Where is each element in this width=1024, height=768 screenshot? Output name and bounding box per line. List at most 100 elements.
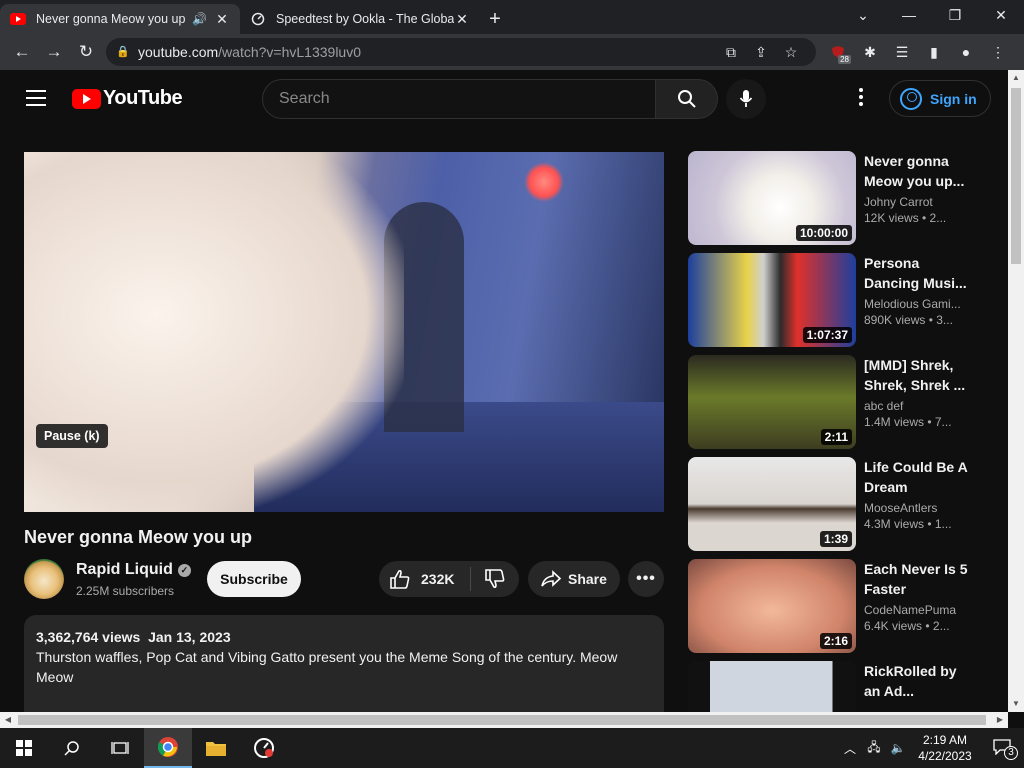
chrome-taskbar-icon[interactable] bbox=[144, 728, 192, 768]
address-bar[interactable]: 🔒 youtube.com/watch?v=hvL1339luv0 ⧉ ⇪ ☆ bbox=[106, 38, 816, 66]
youtube-header: YouTube Search Sign in bbox=[0, 70, 1008, 126]
video-thumbnail[interactable]: 2:11 bbox=[688, 355, 856, 449]
thumbs-down-icon bbox=[485, 569, 505, 589]
recommendation-item[interactable]: 10:00:00 Never gonna Meow you up... Johny… bbox=[688, 151, 988, 253]
vertical-scroll-thumb[interactable] bbox=[1011, 88, 1021, 264]
speedtest-app-icon[interactable] bbox=[240, 728, 288, 768]
extension-ublock-icon[interactable]: 28 bbox=[822, 38, 854, 66]
extensions-puzzle-icon[interactable]: ✱ bbox=[854, 38, 886, 66]
recommendation-item[interactable]: 1:07:37 Persona Dancing Musi... Melodious… bbox=[688, 253, 988, 355]
taskbar-search-icon[interactable] bbox=[48, 728, 96, 768]
tray-chevron-up-icon[interactable]: ︿ bbox=[838, 740, 862, 757]
side-panel-icon[interactable]: ▮ bbox=[918, 38, 950, 66]
audio-playing-icon[interactable]: 🔊 bbox=[192, 12, 208, 26]
tab-search-chevron-icon[interactable]: ⌄ bbox=[840, 0, 886, 30]
rec-title: RickRolled by an Ad... bbox=[864, 663, 957, 699]
tab-close-icon[interactable]: ✕ bbox=[454, 11, 470, 28]
browser-toolbar: ← → ↻ 🔒 youtube.com/watch?v=hvL1339luv0 … bbox=[0, 34, 1024, 70]
new-tab-icon[interactable]: + bbox=[480, 4, 510, 34]
start-windows-icon[interactable] bbox=[0, 728, 48, 768]
volume-icon[interactable]: 🔈 bbox=[886, 741, 910, 755]
minimize-icon[interactable]: — bbox=[886, 0, 932, 30]
youtube-logo-icon bbox=[72, 88, 101, 109]
search-button[interactable] bbox=[655, 79, 718, 119]
file-explorer-icon[interactable] bbox=[192, 728, 240, 768]
like-count: 232K bbox=[421, 571, 455, 587]
vertical-scrollbar[interactable]: ▲ ▼ bbox=[1008, 70, 1024, 712]
restore-icon[interactable]: ❐ bbox=[932, 0, 978, 30]
lock-icon: 🔒 bbox=[116, 46, 130, 58]
settings-kebab-icon[interactable] bbox=[851, 88, 871, 109]
youtube-page: YouTube Search Sign in Pause (k) Never g… bbox=[0, 70, 1008, 712]
share-page-icon[interactable]: ⇪ bbox=[746, 44, 776, 61]
horizontal-scroll-thumb[interactable] bbox=[18, 715, 986, 725]
video-player[interactable]: Pause (k) bbox=[24, 152, 664, 512]
video-title: Never gonna Meow you up bbox=[24, 527, 253, 547]
youtube-logo-text: YouTube bbox=[103, 87, 183, 109]
like-button[interactable]: 232K bbox=[379, 567, 471, 591]
extension-badge: 28 bbox=[838, 55, 851, 64]
video-meta: 3,362,764 views Jan 13, 2023 bbox=[36, 627, 652, 647]
recommendation-item[interactable]: RickRolled by an Ad... bbox=[688, 661, 988, 712]
youtube-logo[interactable]: YouTube bbox=[72, 87, 183, 110]
channel-avatar[interactable] bbox=[24, 559, 64, 599]
scroll-up-icon[interactable]: ▲ bbox=[1008, 70, 1024, 86]
search-input[interactable]: Search bbox=[262, 79, 656, 119]
task-view-icon[interactable] bbox=[96, 728, 144, 768]
more-actions-button[interactable]: ••• bbox=[628, 561, 664, 597]
notification-center-icon[interactable]: 3 bbox=[980, 738, 1024, 760]
reload-icon[interactable]: ↻ bbox=[70, 38, 102, 66]
channel-name[interactable]: Rapid Liquid ✓ bbox=[76, 561, 191, 579]
window-close-icon[interactable]: ✕ bbox=[978, 0, 1024, 30]
duration-badge: 10:00:00 bbox=[795, 225, 852, 241]
video-thumbnail[interactable]: 2:16 bbox=[688, 559, 856, 653]
sign-in-label: Sign in bbox=[930, 90, 977, 107]
tab-youtube[interactable]: Never gonna Meow you up 🔊 ✕ bbox=[0, 4, 240, 34]
scroll-left-icon[interactable]: ◀ bbox=[0, 712, 16, 728]
recommendation-item[interactable]: 2:16 Each Never Is 5 Faster CodeNamePuma 6… bbox=[688, 559, 988, 661]
rec-channel: CodeNamePuma bbox=[864, 603, 957, 617]
share-label: Share bbox=[568, 571, 607, 587]
profile-icon[interactable]: ● bbox=[950, 38, 982, 66]
rec-views: 6.4K views • 2... bbox=[864, 619, 950, 633]
sign-in-button[interactable]: Sign in bbox=[889, 80, 991, 117]
duration-badge: 1:39 bbox=[819, 531, 852, 547]
scroll-down-icon[interactable]: ▼ bbox=[1008, 696, 1024, 712]
clock-date: 4/22/2023 bbox=[918, 749, 972, 763]
tab-close-icon[interactable]: ✕ bbox=[214, 11, 230, 28]
recommendation-item[interactable]: 2:11 [MMD] Shrek, Shrek, Shrek ... abc de… bbox=[688, 355, 988, 457]
description-box[interactable]: 3,362,764 views Jan 13, 2023 Thurston wa… bbox=[24, 615, 664, 712]
subscriber-count: 2.25M subscribers bbox=[76, 584, 175, 598]
search-icon bbox=[677, 90, 696, 108]
open-in-app-icon[interactable]: ⧉ bbox=[716, 44, 746, 61]
scroll-right-icon[interactable]: ▶ bbox=[992, 712, 1008, 728]
voice-search-button[interactable] bbox=[726, 79, 766, 119]
dislike-button[interactable] bbox=[471, 569, 519, 589]
bookmark-star-icon[interactable]: ☆ bbox=[776, 44, 806, 61]
media-control-icon[interactable]: ☰ bbox=[886, 38, 918, 66]
video-thumbnail[interactable]: 1:39 bbox=[688, 457, 856, 551]
back-arrow-icon[interactable]: ← bbox=[6, 38, 38, 66]
browser-menu-icon[interactable]: ⋮ bbox=[982, 38, 1014, 66]
horizontal-scrollbar[interactable]: ◀ ▶ bbox=[0, 712, 1008, 728]
rec-channel: MooseAntlers bbox=[864, 501, 938, 515]
video-thumbnail[interactable]: 1:07:37 bbox=[688, 253, 856, 347]
notification-count: 3 bbox=[1004, 745, 1018, 760]
video-thumbnail[interactable]: 10:00:00 bbox=[688, 151, 856, 245]
rec-channel: Melodious Gami... bbox=[864, 297, 961, 311]
recommendation-item[interactable]: 1:39 Life Could Be A Dream MooseAntlers 4.… bbox=[688, 457, 988, 559]
rec-views: 12K views • 2... bbox=[864, 211, 947, 225]
share-button[interactable]: Share bbox=[528, 561, 620, 597]
rec-channel: Johny Carrot bbox=[864, 195, 933, 209]
subscribe-button[interactable]: Subscribe bbox=[207, 561, 301, 597]
forward-arrow-icon[interactable]: → bbox=[38, 38, 70, 66]
hamburger-menu-icon[interactable] bbox=[26, 90, 46, 111]
tab-speedtest[interactable]: Speedtest by Ookla - The Global ✕ bbox=[240, 4, 480, 34]
rec-views: 890K views • 3... bbox=[864, 313, 953, 327]
network-icon[interactable]: 🖧 bbox=[862, 738, 886, 759]
microphone-icon bbox=[739, 90, 753, 107]
verified-check-icon: ✓ bbox=[177, 564, 191, 577]
taskbar-clock[interactable]: 2:19 AM 4/22/2023 bbox=[910, 732, 980, 764]
share-arrow-icon bbox=[541, 570, 562, 587]
video-thumbnail[interactable] bbox=[688, 661, 856, 712]
